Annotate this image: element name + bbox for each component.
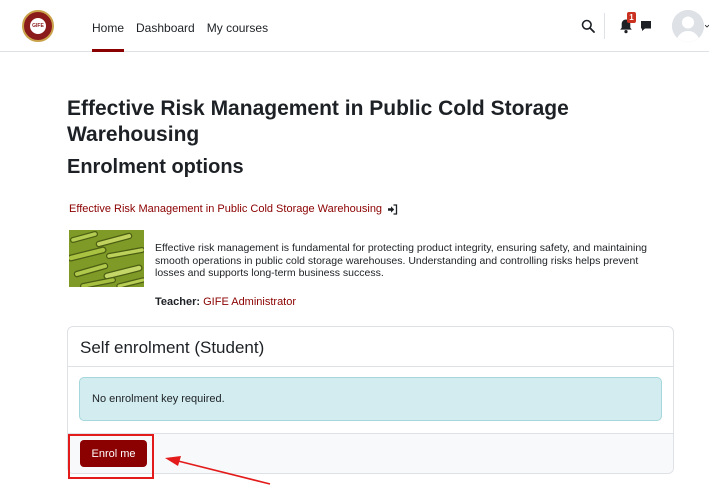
nav-my-courses[interactable]: My courses (201, 0, 274, 52)
course-teacher: Teacher: GIFE Administrator (155, 296, 296, 308)
enrolment-card-body: No enrolment key required. (68, 367, 673, 434)
course-name-link[interactable]: Effective Risk Management in Public Cold… (69, 203, 398, 215)
course-image (69, 230, 144, 287)
messages-icon[interactable] (640, 20, 652, 32)
self-enrolment-card: Self enrolment (Student) No enrolment ke… (67, 326, 674, 474)
course-link-text: Effective Risk Management in Public Cold… (69, 203, 383, 215)
enrolment-card-footer (68, 434, 673, 473)
sign-in-icon (388, 203, 398, 215)
nav-home[interactable]: Home (86, 0, 130, 52)
chevron-down-icon[interactable] (705, 24, 709, 28)
navbar-divider (604, 13, 605, 39)
teacher-name-link[interactable]: GIFE Administrator (203, 296, 296, 308)
enrolment-method-heading: Self enrolment (Student) (68, 327, 673, 367)
site-logo[interactable]: GIFE (22, 10, 54, 42)
enrolment-options-heading: Enrolment options (67, 156, 244, 178)
enrolment-key-info-alert: No enrolment key required. (79, 377, 662, 421)
primary-navigation: Home Dashboard My courses (86, 0, 274, 52)
bacteria-image (69, 230, 144, 287)
nav-dashboard[interactable]: Dashboard (130, 0, 201, 52)
notification-count-badge: 1 (627, 12, 636, 23)
top-navbar: GIFE Home Dashboard My courses 1 (0, 0, 709, 52)
enrol-button-highlight-box (68, 434, 154, 479)
page-title: Effective Risk Management in Public Cold… (67, 97, 569, 146)
teacher-label: Teacher: (155, 296, 201, 308)
course-summary: Effective risk management is fundamental… (155, 242, 648, 279)
search-icon[interactable] (581, 19, 595, 33)
user-avatar[interactable] (672, 10, 704, 42)
default-user-icon (672, 10, 704, 42)
logo-text: GIFE (29, 17, 47, 35)
